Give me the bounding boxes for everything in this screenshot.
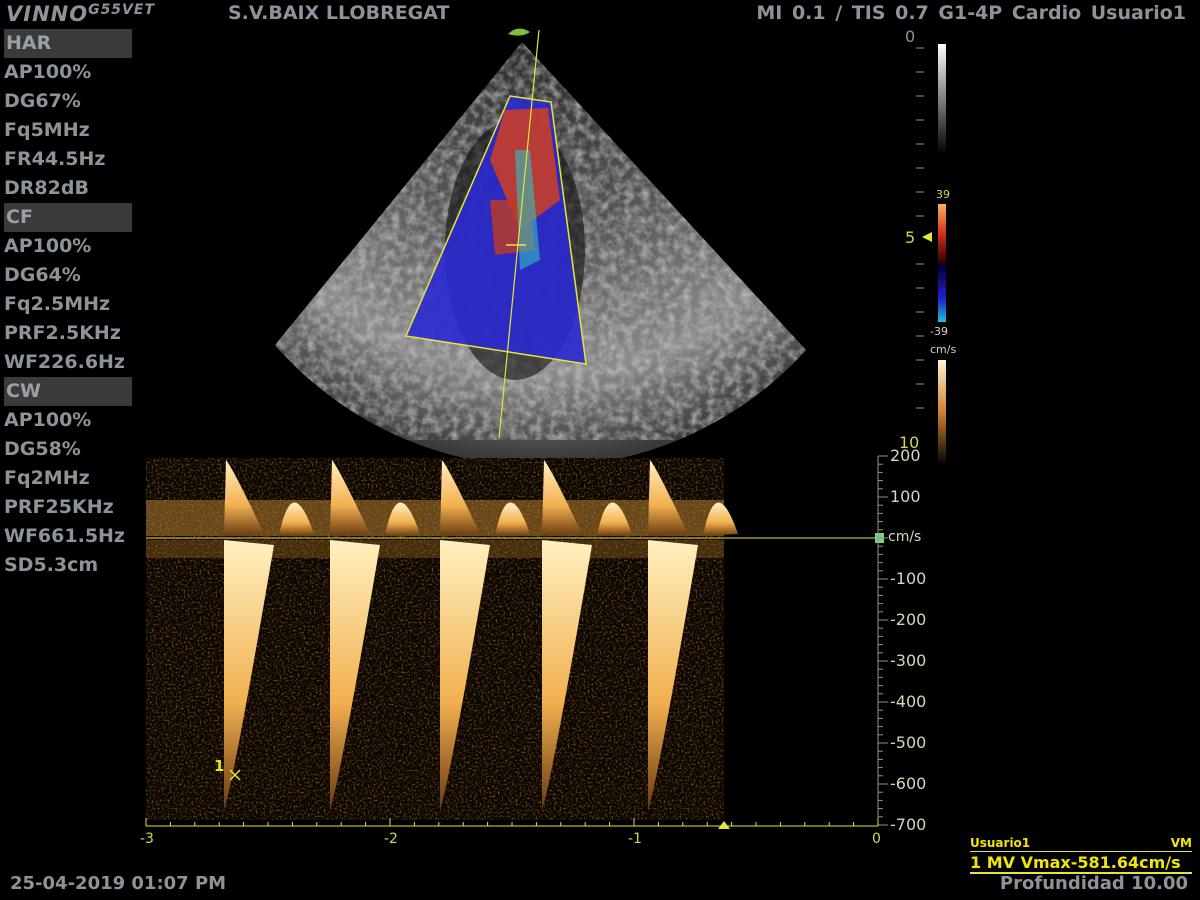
velocity-tick-label: 200 bbox=[890, 446, 921, 465]
velocity-tick-label: -400 bbox=[890, 692, 927, 711]
measurement-user: Usuario1 bbox=[970, 836, 1031, 850]
doppler-spectrum bbox=[146, 458, 738, 820]
color-scale-min: -39 bbox=[930, 325, 948, 338]
probe-orientation-icon bbox=[508, 28, 530, 36]
spectrum-gray-bar bbox=[938, 360, 946, 465]
velocity-tick-label: -100 bbox=[890, 569, 927, 588]
depth-ruler bbox=[916, 47, 924, 409]
grayscale-bar bbox=[938, 44, 946, 154]
measurement-mode: VM bbox=[1170, 836, 1192, 850]
measurement-marker-label: 1 bbox=[214, 757, 225, 775]
depth-label-mid: 5 bbox=[905, 228, 916, 247]
color-scale-unit: cm/s bbox=[930, 343, 957, 356]
velocity-tick-label: -500 bbox=[890, 733, 927, 752]
velocity-tick-label: -200 bbox=[890, 610, 927, 629]
focus-marker-icon[interactable] bbox=[922, 232, 932, 242]
time-tick-label: 0 bbox=[872, 831, 881, 847]
velocity-tick-label: -600 bbox=[890, 774, 927, 793]
time-tick-label: -1 bbox=[628, 831, 642, 847]
measurement-panel: Usuario1 VM 1 MV Vmax-581.64cm/s bbox=[970, 836, 1192, 874]
measurement-result: 1 MV Vmax-581.64cm/s bbox=[970, 853, 1181, 872]
velocity-unit: cm/s bbox=[888, 529, 922, 545]
color-scale-max: 39 bbox=[936, 188, 950, 201]
velocity-tick-label: -300 bbox=[890, 651, 927, 670]
time-tick-label: -2 bbox=[384, 831, 398, 847]
velocity-tick-label: 100 bbox=[890, 487, 921, 506]
ultrasound-view bbox=[145, 28, 946, 829]
time-tick-label: -3 bbox=[140, 831, 154, 847]
time-marker-icon[interactable] bbox=[718, 821, 730, 829]
depth-label-top: 0 bbox=[905, 27, 916, 46]
datetime: 25-04-2019 01:07 PM bbox=[10, 873, 227, 894]
velocity-tick-label: -700 bbox=[890, 815, 927, 834]
depth-readout: Profundidad 10.00 bbox=[999, 873, 1188, 894]
color-velocity-bar bbox=[938, 204, 946, 322]
